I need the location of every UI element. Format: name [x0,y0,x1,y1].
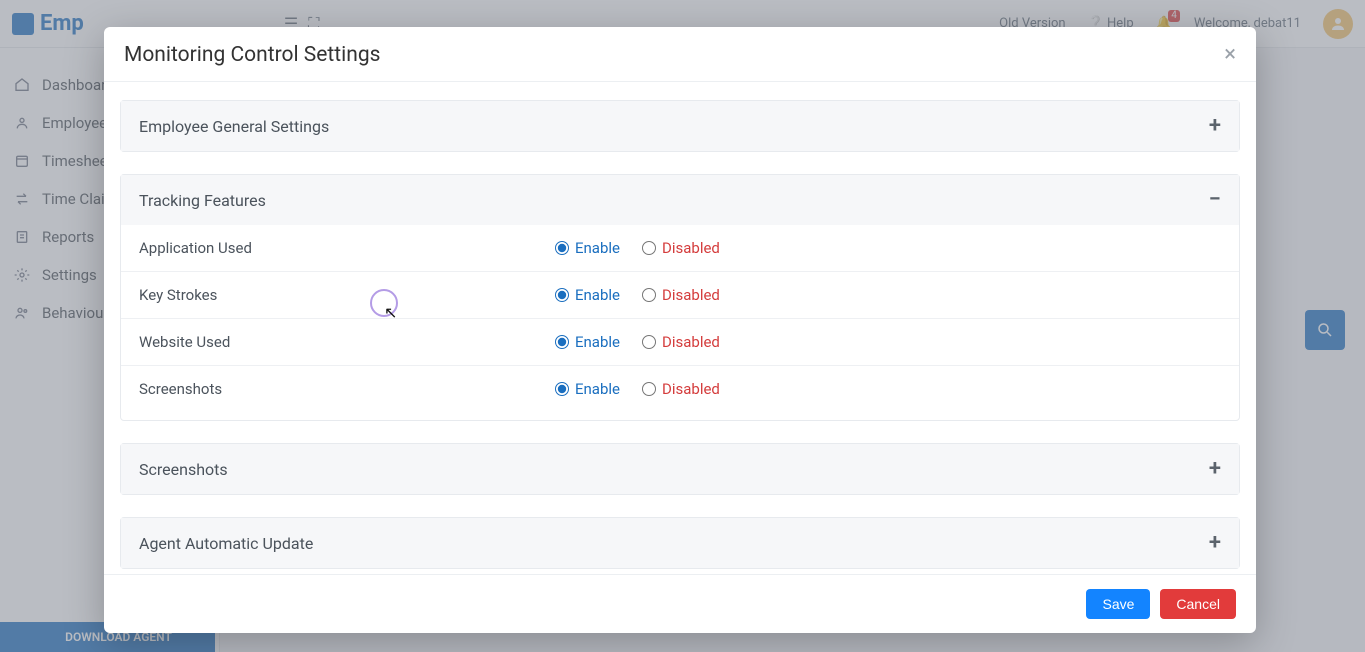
feature-row-screenshots: Screenshots Enable Disabled [121,366,1239,412]
panel-header-screenshots[interactable]: Screenshots + [121,444,1239,494]
feature-label: Website Used [135,333,555,351]
radio-input-enable[interactable] [555,382,569,396]
panel-header-autoupdate[interactable]: Agent Automatic Update + [121,518,1239,568]
radio-enable[interactable]: Enable [555,286,620,304]
panel-header-general[interactable]: Employee General Settings + [121,101,1239,151]
feature-label: Application Used [135,239,555,257]
feature-row-application-used: Application Used Enable Disabled [121,225,1239,272]
panel-title: Employee General Settings [139,117,329,136]
radio-group: Enable Disabled [555,286,720,304]
radio-input-enable[interactable] [555,335,569,349]
radio-enable[interactable]: Enable [555,380,620,398]
radio-disabled[interactable]: Disabled [642,286,720,304]
panel-header-tracking[interactable]: Tracking Features − [121,175,1239,225]
radio-input-disabled[interactable] [642,335,656,349]
radio-input-disabled[interactable] [642,382,656,396]
panel-title: Tracking Features [139,191,266,210]
radio-disabled[interactable]: Disabled [642,333,720,351]
panel-general-settings: Employee General Settings + [120,100,1240,152]
radio-disabled[interactable]: Disabled [642,380,720,398]
modal-header: Monitoring Control Settings × [104,27,1256,82]
expand-icon: + [1209,532,1221,554]
save-button[interactable]: Save [1086,589,1150,619]
radio-input-enable[interactable] [555,241,569,255]
feature-label: Screenshots [135,380,555,398]
tracking-features-body: Application Used Enable Disabled Key St [121,225,1239,420]
close-icon[interactable]: × [1224,44,1236,66]
feature-row-website-used: Website Used Enable Disabled [121,319,1239,366]
feature-label: Key Strokes [135,286,555,304]
radio-group: Enable Disabled [555,380,720,398]
radio-input-disabled[interactable] [642,288,656,302]
monitoring-settings-modal: Monitoring Control Settings × Employee G… [104,27,1256,633]
panel-screenshots: Screenshots + [120,443,1240,495]
radio-enable[interactable]: Enable [555,239,620,257]
radio-input-disabled[interactable] [642,241,656,255]
expand-icon: + [1209,115,1221,137]
modal-footer: Save Cancel [104,574,1256,633]
expand-icon: + [1209,458,1221,480]
feature-row-key-strokes: Key Strokes Enable Disabled [121,272,1239,319]
cancel-button[interactable]: Cancel [1160,589,1236,619]
panel-tracking-features: Tracking Features − Application Used Ena… [120,174,1240,421]
panel-title: Screenshots [139,460,228,479]
panel-title: Agent Automatic Update [139,534,313,553]
radio-disabled[interactable]: Disabled [642,239,720,257]
radio-group: Enable Disabled [555,239,720,257]
panel-auto-update: Agent Automatic Update + [120,517,1240,569]
radio-input-enable[interactable] [555,288,569,302]
collapse-icon: − [1209,189,1221,211]
modal-body: Employee General Settings + Tracking Fea… [104,82,1256,574]
modal-title: Monitoring Control Settings [124,43,380,67]
radio-group: Enable Disabled [555,333,720,351]
radio-enable[interactable]: Enable [555,333,620,351]
